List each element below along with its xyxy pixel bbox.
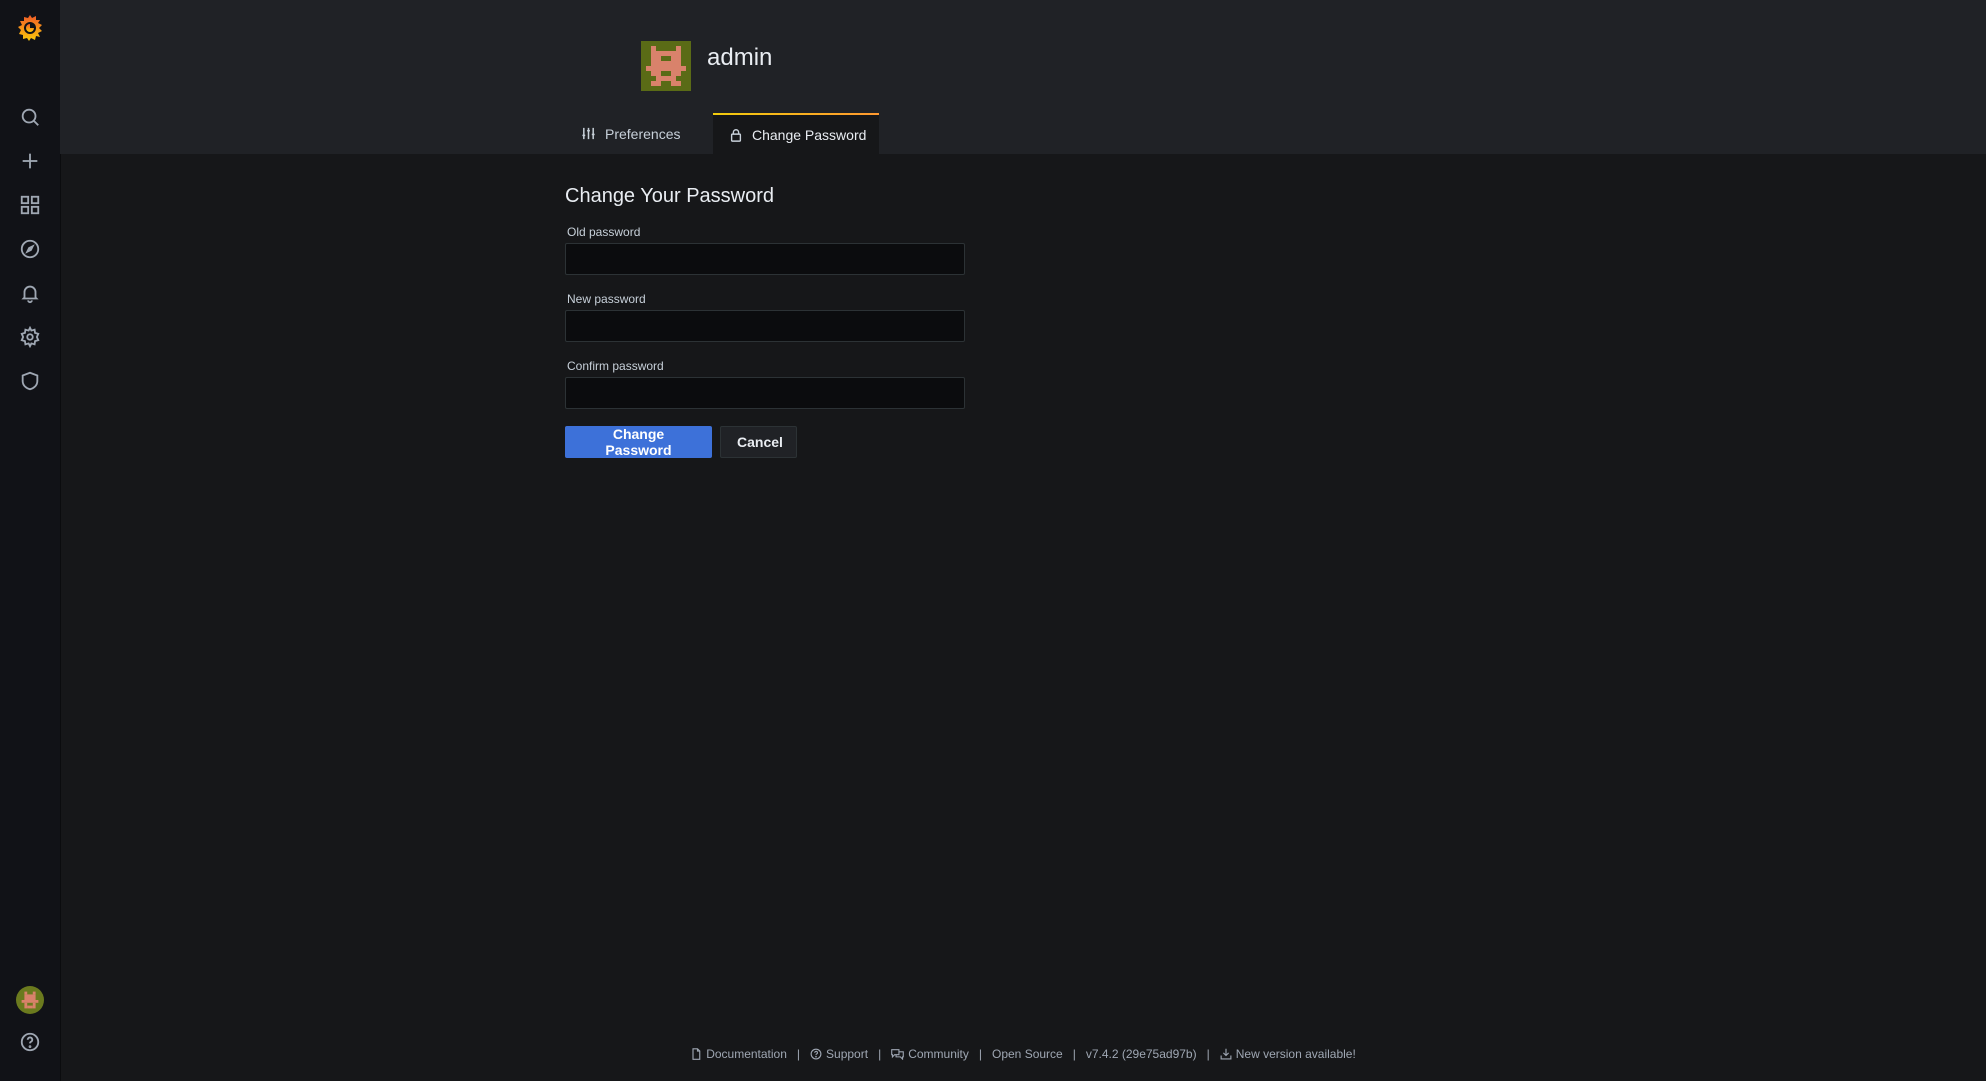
change-password-button[interactable]: Change Password xyxy=(565,426,712,458)
footer-support-link[interactable]: Support xyxy=(810,1047,868,1061)
footer-open-source-link[interactable]: Open Source xyxy=(992,1047,1063,1061)
confirm-password-label: Confirm password xyxy=(567,359,664,373)
help-icon[interactable] xyxy=(0,1020,60,1064)
lock-icon xyxy=(729,128,743,142)
new-password-label: New password xyxy=(567,292,646,306)
cancel-button[interactable]: Cancel xyxy=(720,426,797,458)
old-password-label: Old password xyxy=(567,225,641,239)
profile-username: admin xyxy=(707,44,773,71)
question-circle-icon xyxy=(810,1048,822,1060)
profile-avatar xyxy=(641,41,691,91)
plus-icon[interactable] xyxy=(0,139,60,183)
shield-icon[interactable] xyxy=(0,359,60,403)
footer-separator: | xyxy=(796,1047,801,1061)
sidebar xyxy=(0,0,60,1081)
tab-preferences[interactable]: Preferences xyxy=(581,113,731,154)
footer-separator: | xyxy=(1206,1047,1210,1061)
footer-version-label: v7.4.2 (29e75ad97b) xyxy=(1085,1047,1197,1061)
search-icon[interactable] xyxy=(0,95,60,139)
tab-label: Preferences xyxy=(605,125,681,142)
new-password-field[interactable] xyxy=(565,310,965,342)
footer-new-version-label: New version available! xyxy=(1235,1047,1356,1061)
download-icon xyxy=(1220,1048,1232,1060)
tab-change-password[interactable]: Change Password xyxy=(713,113,879,154)
footer-open-source-label: Open Source xyxy=(992,1047,1063,1061)
dashboards-icon[interactable] xyxy=(0,183,60,227)
footer-separator: | xyxy=(978,1047,982,1061)
comments-icon xyxy=(891,1049,905,1060)
document-icon xyxy=(692,1048,701,1060)
page-header: admin Preferences Change Password xyxy=(60,0,1986,154)
footer-new-version-link[interactable]: New version available! xyxy=(1220,1047,1356,1061)
footer-community-label: Community xyxy=(908,1047,969,1061)
page-title: Change Your Password xyxy=(565,185,775,207)
old-password-field[interactable] xyxy=(565,243,965,275)
footer-separator: | xyxy=(1072,1047,1076,1061)
sliders-icon xyxy=(581,126,596,141)
grafana-logo-icon[interactable] xyxy=(0,6,60,50)
user-avatar-icon[interactable] xyxy=(0,978,60,1022)
compass-icon[interactable] xyxy=(0,227,60,271)
footer-documentation-label: Documentation xyxy=(706,1047,787,1061)
footer-separator: | xyxy=(878,1047,882,1061)
bell-icon[interactable] xyxy=(0,271,60,315)
gear-icon[interactable] xyxy=(0,315,60,359)
footer-documentation-link[interactable]: Documentation xyxy=(690,1047,787,1061)
confirm-password-field[interactable] xyxy=(565,377,965,409)
footer: Documentation | Support | Community | Op… xyxy=(60,1044,1986,1064)
footer-version: v7.4.2 (29e75ad97b) xyxy=(1086,1047,1197,1061)
footer-support-label: Support xyxy=(826,1047,869,1061)
footer-community-link[interactable]: Community xyxy=(891,1047,969,1061)
tab-label: Change Password xyxy=(752,126,867,143)
